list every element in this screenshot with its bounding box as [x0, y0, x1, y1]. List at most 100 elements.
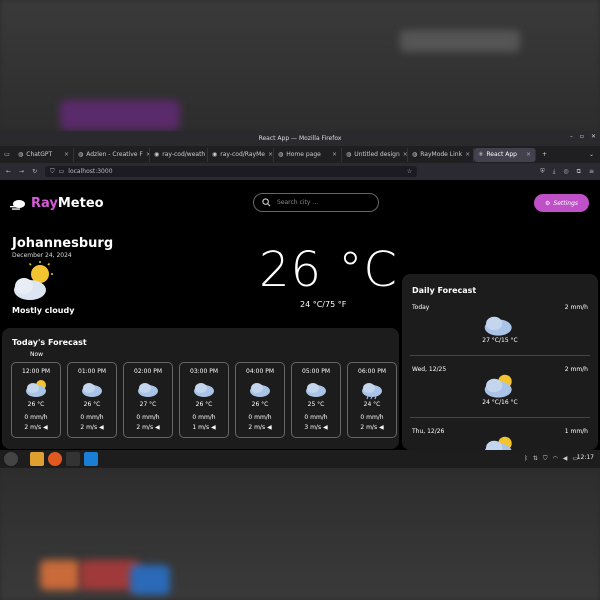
- row-divider: [410, 355, 590, 356]
- hour-precipitation: 0 mm/h: [136, 414, 160, 421]
- react-icon: ⚛: [478, 151, 484, 158]
- search-icon: [262, 198, 271, 207]
- settings-button[interactable]: ⚙ Settings: [534, 194, 589, 212]
- shield-icon[interactable]: ⛉: [543, 455, 548, 463]
- minimize-icon[interactable]: –: [570, 133, 573, 140]
- navigation-toolbar: ← → ↻ ⛉ ▭ localhost:3000 ☆ ⛨ ⤓ ◎ ⧉ ≡: [0, 163, 600, 180]
- close-tab-icon[interactable]: ×: [332, 151, 337, 158]
- day-rain: 1 mm/h: [564, 428, 588, 435]
- browser-tab[interactable]: ◉ ray-cod/RayMe ×: [208, 147, 274, 162]
- browser-tab[interactable]: ⚛ React App ×: [474, 147, 536, 162]
- hour-wind: 2 m/s: [24, 424, 42, 431]
- browser-tab[interactable]: ◍ Home page ×: [274, 147, 342, 162]
- tab-icon: ◍: [412, 151, 418, 158]
- app-logo[interactable]: RayMeteo: [10, 196, 104, 211]
- bluetooth-icon[interactable]: ᛒ: [524, 455, 528, 463]
- terminal-icon[interactable]: [66, 452, 80, 466]
- hour-wind: 2 m/s: [136, 424, 154, 431]
- daily-forecast-title: Daily Forecast: [412, 286, 477, 295]
- browser-tab[interactable]: ◍ ChatGPT ×: [14, 147, 74, 162]
- weather-condition: Mostly cloudy: [12, 306, 75, 315]
- hourly-forecast-card: 12:00 PM 26 °C 0 mm/h 2 m/s ◀: [11, 362, 61, 438]
- window-titlebar: React App — Mozilla Firefox – ▫ ✕: [0, 131, 600, 146]
- wifi-icon[interactable]: ◠: [552, 455, 557, 463]
- browser-window: React App — Mozilla Firefox – ▫ ✕ ▭ ◍ Cha…: [0, 131, 600, 450]
- day-label: Today: [412, 304, 430, 311]
- account-icon[interactable]: ◎: [563, 168, 568, 175]
- hourly-forecast-card: 01:00 PM 26 °C 0 mm/h 2 m/s ◀: [67, 362, 117, 438]
- close-tab-icon[interactable]: ×: [268, 151, 273, 158]
- close-tab-icon[interactable]: ×: [465, 151, 470, 158]
- hour-wind: 2 m/s: [248, 424, 266, 431]
- hourly-forecast-card: 04:00 PM 26 °C 0 mm/h 2 m/s ◀: [235, 362, 285, 438]
- hour-wind: 2 m/s: [80, 424, 98, 431]
- wind-direction-icon: ◀: [379, 424, 384, 431]
- new-tab-icon[interactable]: +: [542, 151, 547, 158]
- folder-icon[interactable]: [30, 452, 44, 466]
- cloud-logo-icon: [10, 199, 25, 210]
- close-tab-icon[interactable]: ×: [64, 151, 69, 158]
- close-icon[interactable]: ✕: [591, 133, 596, 140]
- search-input[interactable]: Search city ...: [253, 193, 379, 212]
- hour-temperature: 26 °C: [27, 401, 45, 408]
- address-bar[interactable]: ⛉ ▭ localhost:3000 ☆: [45, 166, 418, 177]
- todays-forecast-title: Today's Forecast: [12, 338, 87, 347]
- browser-tab[interactable]: ◍ Untitled design ×: [342, 147, 408, 162]
- day-label: Thu, 12/26: [412, 428, 445, 435]
- day-rain: 2 mm/h: [564, 304, 588, 311]
- hour-precipitation: 0 mm/h: [24, 414, 48, 421]
- browser-tab[interactable]: ◉ray-cod/weath×: [150, 147, 208, 162]
- day-temperatures: 24 °C/16 °C: [482, 399, 518, 406]
- todays-forecast-panel: Today's Forecast Now 12:00 PM 26 °C 0 mm/h…: [2, 328, 399, 449]
- chatgpt-icon: ◍: [18, 151, 24, 158]
- hour-time: 03:00 PM: [190, 368, 218, 375]
- pocket-icon[interactable]: ⛨: [540, 168, 545, 176]
- hour-temperature: 24 °C: [363, 401, 381, 408]
- bookmark-star-icon[interactable]: ☆: [407, 168, 412, 175]
- start-menu-icon[interactable]: [4, 452, 18, 466]
- blurred-shape: [130, 565, 170, 595]
- github-icon: ◉: [212, 151, 218, 158]
- hour-precipitation: 0 mm/h: [248, 414, 272, 421]
- url-text: localhost:3000: [68, 168, 113, 175]
- wind-direction-icon: ◀: [99, 424, 104, 431]
- browser-tab[interactable]: ◍ RayMode Link ×: [408, 147, 474, 162]
- tab-list-icon[interactable]: ⌄: [589, 151, 594, 158]
- extensions-icon[interactable]: ⧉: [577, 168, 581, 176]
- temperature-range: 24 °C/75 °F: [300, 300, 347, 309]
- hour-time: 01:00 PM: [78, 368, 106, 375]
- tab-icon: ◍: [78, 151, 84, 158]
- maximize-icon[interactable]: ▫: [580, 133, 584, 140]
- gear-icon: ⚙: [545, 199, 551, 207]
- network-icon[interactable]: ⇅: [533, 455, 538, 463]
- daily-forecast-row: Thu, 12/261 mm/h28 °C/16 °C: [410, 426, 590, 450]
- menu-icon[interactable]: ≡: [589, 168, 594, 175]
- forward-icon[interactable]: →: [19, 168, 24, 175]
- tab-overview-icon[interactable]: ▭: [0, 151, 14, 158]
- volume-icon[interactable]: ◀: [563, 455, 568, 463]
- page-info-icon[interactable]: ▭: [59, 168, 65, 175]
- hour-precipitation: 0 mm/h: [192, 414, 216, 421]
- tab-label: RayMode Link: [420, 151, 463, 158]
- row-divider: [410, 417, 590, 418]
- wind-direction-icon: ◀: [43, 424, 48, 431]
- hour-time: 02:00 PM: [134, 368, 162, 375]
- clock[interactable]: 12:17: [577, 454, 594, 461]
- rain-sun-icon: [482, 434, 517, 450]
- back-icon[interactable]: ←: [6, 168, 11, 175]
- firefox-icon[interactable]: [48, 452, 62, 466]
- blurred-shape: [40, 560, 80, 590]
- github-icon: ◉: [154, 151, 160, 158]
- tab-label: ray-cod/weath: [162, 151, 206, 158]
- vscode-icon[interactable]: [84, 452, 98, 466]
- brand-ray: Ray: [31, 196, 58, 211]
- hour-temperature: 27 °C: [139, 401, 157, 408]
- reload-icon[interactable]: ↻: [32, 168, 37, 175]
- system-tray: ᛒ ⇅ ⛉ ◠ ◀ ▭: [524, 455, 578, 463]
- hour-temperature: 25 °C: [307, 401, 325, 408]
- browser-tab[interactable]: ◍Adzlen - Creative F×: [74, 147, 150, 162]
- downloads-icon[interactable]: ⤓: [553, 168, 556, 176]
- close-tab-icon[interactable]: ×: [526, 151, 531, 158]
- tab-label: ChatGPT: [26, 151, 53, 158]
- weather-app-page: RayMeteo Search city ... ⚙ Settings Joha…: [0, 180, 600, 450]
